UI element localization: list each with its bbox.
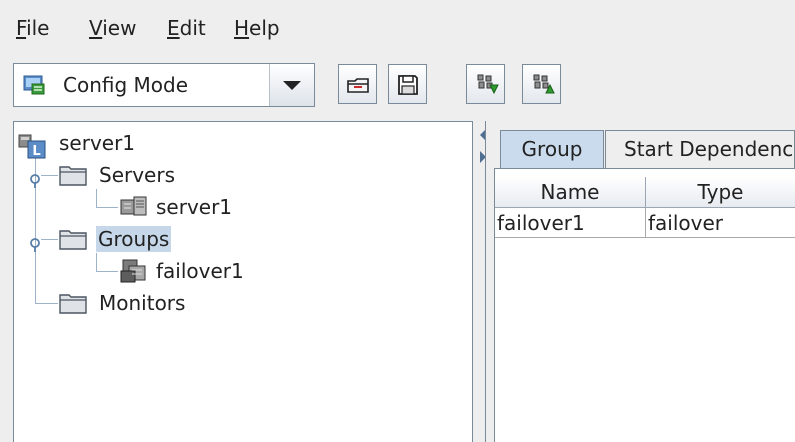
tab-start-dependency-label: Start Dependency <box>624 137 795 161</box>
menu-view-mnemonic: V <box>89 16 103 40</box>
tree-item-groups[interactable]: Groups <box>96 226 172 252</box>
tree-connector <box>41 239 58 240</box>
collapse-icon[interactable] <box>29 233 41 252</box>
mode-dropdown[interactable]: Config Mode <box>13 63 315 107</box>
open-folder-icon <box>347 78 369 93</box>
table-cell-type[interactable]: failover <box>646 208 795 238</box>
menu-file[interactable]: File <box>16 14 49 42</box>
menu-view-label: iew <box>102 16 137 40</box>
mode-dropdown-value: Config Mode <box>63 73 189 97</box>
chevron-down-icon <box>283 81 301 90</box>
menu-file-label: ile <box>26 16 50 40</box>
tree-connector <box>96 253 97 272</box>
tab-group[interactable]: Group <box>500 130 604 168</box>
folder-icon <box>58 163 88 187</box>
tree-connector <box>96 271 118 272</box>
menu-help-label: elp <box>249 16 280 40</box>
tree-connector <box>35 303 58 304</box>
menu-edit-label: dit <box>179 16 206 40</box>
download-config-icon <box>477 74 499 95</box>
tree-connector <box>96 189 97 208</box>
menu-edit[interactable]: Edit <box>167 14 206 42</box>
server-icon <box>119 194 149 218</box>
mode-dropdown-arrow-button[interactable] <box>270 64 314 106</box>
menu-edit-mnemonic: E <box>167 16 180 40</box>
failover-group-icon <box>119 258 149 284</box>
menu-help[interactable]: Help <box>234 14 280 42</box>
tree-item-monitors[interactable]: Monitors <box>99 290 185 316</box>
open-button[interactable] <box>338 64 377 104</box>
tab-start-dependency[interactable]: Start Dependency <box>605 130 795 168</box>
upload-config-icon <box>533 74 555 94</box>
save-button[interactable] <box>388 64 427 104</box>
column-header-type[interactable]: Type <box>646 177 795 208</box>
tree-item-server1[interactable]: server1 <box>156 194 232 220</box>
menu-file-mnemonic: F <box>16 16 27 40</box>
menu-bar: File View Edit Help <box>0 0 795 50</box>
table-cell-name[interactable]: failover1 <box>495 208 646 238</box>
menu-help-mnemonic: H <box>234 16 250 40</box>
svg-text:L: L <box>32 144 40 159</box>
tree-item-servers[interactable]: Servers <box>99 162 175 188</box>
split-pane-divider[interactable] <box>473 121 486 442</box>
tree-connector <box>41 175 58 176</box>
column-header-name[interactable]: Name <box>495 177 646 208</box>
download-config-button[interactable] <box>466 64 505 104</box>
mode-dropdown-display[interactable]: Config Mode <box>14 64 270 106</box>
upload-config-button[interactable] <box>522 64 561 104</box>
folder-icon <box>58 227 88 251</box>
collapse-icon[interactable] <box>29 169 41 188</box>
menu-view[interactable]: View <box>89 14 136 42</box>
tab-group-label: Group <box>521 137 583 161</box>
tree-connector <box>96 207 118 208</box>
cluster-icon: L <box>18 134 48 160</box>
folder-icon <box>58 291 88 315</box>
tree-item-failover1[interactable]: failover1 <box>156 258 244 284</box>
save-icon <box>398 75 418 95</box>
tree-root-label[interactable]: server1 <box>59 130 135 156</box>
config-mode-icon <box>23 75 45 95</box>
